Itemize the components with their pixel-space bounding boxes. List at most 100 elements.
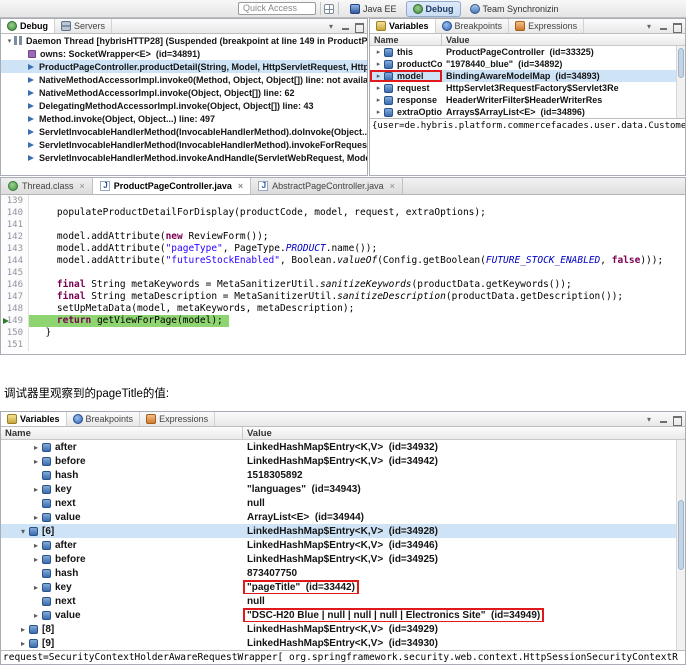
code-line[interactable]: 149 return getViewForPage(model);: [1, 315, 685, 327]
open-perspective-icon[interactable]: [324, 4, 334, 14]
bottom-view-tab-variables[interactable]: Variables: [1, 412, 67, 426]
expander-icon[interactable]: ▸: [374, 108, 383, 116]
expander-icon[interactable]: ▸: [31, 611, 41, 620]
expander-icon[interactable]: ▸: [374, 60, 383, 68]
expander-icon[interactable]: ▸: [18, 625, 28, 634]
code-line[interactable]: 151: [1, 339, 685, 351]
expander-icon[interactable]: ▸: [18, 639, 28, 648]
bottom-variable-row[interactable]: next null: [1, 594, 685, 608]
bottom-variable-row[interactable]: ▸ [8] LinkedHashMap$Entry<K,V> (id=34929): [1, 622, 685, 636]
bottom-variable-row[interactable]: hash 1518305892: [1, 468, 685, 482]
variables-view-tab-breakpoints[interactable]: Breakpoints: [436, 19, 510, 33]
scrollbar-thumb[interactable]: [678, 48, 684, 78]
close-icon[interactable]: ×: [238, 181, 243, 191]
bottom-variable-row[interactable]: ▸ key "languages" (id=34943): [1, 482, 685, 496]
editor-tab-thread-class[interactable]: Thread.class ×: [1, 178, 93, 194]
close-icon[interactable]: ×: [390, 181, 395, 191]
code-area[interactable]: 139 140 populateProductDetailForDisplay(p…: [1, 195, 685, 354]
bottom-variable-row[interactable]: ▸ value "DSC-H20 Blue | null | null | null…: [1, 608, 685, 622]
close-icon[interactable]: ×: [80, 181, 85, 191]
debug-frame-row[interactable]: DelegatingMethodAccessorImpl.invoke(Obje…: [1, 99, 367, 112]
code-line[interactable]: 139: [1, 195, 685, 207]
debug-frame-row[interactable]: ▾ Daemon Thread [hybrisHTTP28] (Suspended…: [1, 34, 367, 47]
bottom-variable-row[interactable]: hash 873407750: [1, 566, 685, 580]
expander-icon[interactable]: ▸: [31, 583, 41, 592]
view-menu-icon[interactable]: [645, 21, 656, 32]
debug-frame-row[interactable]: ServletInvocableHandlerMethod.invokeAndH…: [1, 151, 367, 164]
maximize-icon[interactable]: [671, 21, 682, 33]
expander-icon[interactable]: ▸: [31, 555, 41, 564]
scrollbar-thumb[interactable]: [678, 500, 684, 570]
variable-row[interactable]: ▸ request HttpServlet3RequestFactory$Servl…: [370, 82, 685, 94]
debug-frame-row[interactable]: Method.invoke(Object, Object...) line: 4…: [1, 112, 367, 125]
bottom-variable-row[interactable]: ▾ [6] LinkedHashMap$Entry<K,V> (id=34928): [1, 524, 685, 538]
code-line[interactable]: 148 setUpMetaData(model, metaKeywords, m…: [1, 303, 685, 315]
debug-frame-row[interactable]: NativeMethodAccessorImpl.invoke(Object, …: [1, 86, 367, 99]
column-header-name[interactable]: Name: [1, 427, 243, 439]
debug-frame-row[interactable]: NativeMethodAccessorImpl.invoke0(Method,…: [1, 73, 367, 86]
debug-view-tab-servers[interactable]: Servers: [55, 19, 113, 33]
vertical-scrollbar[interactable]: [676, 46, 685, 118]
code-line[interactable]: 142 model.addAttribute(new ReviewForm())…: [1, 231, 685, 243]
column-header-name[interactable]: Name: [370, 34, 442, 45]
expander-icon[interactable]: ▸: [31, 513, 41, 522]
expander-icon[interactable]: ▸: [374, 72, 383, 80]
code-line[interactable]: 150 }: [1, 327, 685, 339]
debug-frame-row[interactable]: ProductPageController.productDetail(Stri…: [1, 60, 367, 73]
expander-icon[interactable]: ▸: [374, 48, 383, 56]
quick-access-box[interactable]: Quick Access: [238, 2, 316, 15]
maximize-icon[interactable]: [671, 414, 682, 426]
bottom-variable-row[interactable]: ▸ [9] LinkedHashMap$Entry<K,V> (id=34930): [1, 636, 685, 650]
debug-frame-row[interactable]: ServletInvocableHandlerMethod(InvocableH…: [1, 138, 367, 151]
code-line[interactable]: 144 model.addAttribute("futureStockEnabl…: [1, 255, 685, 267]
variables-view-tab-expressions[interactable]: Expressions: [509, 19, 585, 33]
bottom-variable-row[interactable]: ▸ value ArrayList<E> (id=34944): [1, 510, 685, 524]
variable-row[interactable]: ▸ productCode "1978440_blue" (id=34892): [370, 58, 685, 70]
column-header-value[interactable]: Value: [442, 34, 685, 45]
code-line[interactable]: 147 final String metaDescription = MetaS…: [1, 291, 685, 303]
bottom-variable-row[interactable]: ▸ key "pageTitle" (id=33442): [1, 580, 685, 594]
expander-icon[interactable]: ▸: [31, 443, 41, 452]
variable-row[interactable]: ▸ extraOptions Arrays$ArrayList<E> (id=348…: [370, 106, 685, 118]
variable-detail-pane[interactable]: request=SecurityContextHolderAwareReques…: [1, 650, 685, 664]
expander-icon[interactable]: ▸: [31, 541, 41, 550]
bottom-variable-row[interactable]: ▸ after LinkedHashMap$Entry<K,V> (id=34932…: [1, 440, 685, 454]
editor-tab-abstractpagecontroller-java[interactable]: AbstractPageController.java ×: [251, 178, 403, 194]
debug-frame-row[interactable]: ServletInvocableHandlerMethod(InvocableH…: [1, 125, 367, 138]
variable-row[interactable]: ▸ model BindingAwareModelMap (id=34893): [370, 70, 685, 82]
view-menu-icon[interactable]: [327, 21, 338, 32]
bottom-view-tab-expressions[interactable]: Expressions: [140, 412, 216, 426]
bottom-variable-row[interactable]: ▸ before LinkedHashMap$Entry<K,V> (id=3494…: [1, 454, 685, 468]
view-menu-icon[interactable]: [645, 414, 656, 425]
variable-detail-pane[interactable]: {user=de.hybris.platform.commercefacades…: [370, 118, 685, 175]
bottom-variable-row[interactable]: ▸ after LinkedHashMap$Entry<K,V> (id=34946…: [1, 538, 685, 552]
perspective-team-synchronizin[interactable]: Team Synchronizin: [463, 1, 566, 17]
code-line[interactable]: 145: [1, 267, 685, 279]
maximize-icon[interactable]: [353, 21, 364, 33]
variables-view-tab-variables[interactable]: Variables: [370, 19, 436, 33]
perspective-debug[interactable]: Debug: [405, 1, 461, 17]
minimize-icon[interactable]: [340, 21, 351, 32]
debug-frame-row[interactable]: owns: SocketWrapper<E> (id=34891): [1, 47, 367, 60]
minimize-icon[interactable]: [658, 21, 669, 32]
editor-tab-productpagecontroller-java[interactable]: ProductPageController.java ×: [92, 178, 252, 194]
perspective-java-ee[interactable]: Java EE: [343, 1, 404, 17]
expander-icon[interactable]: ▸: [31, 485, 41, 494]
bottom-variable-row[interactable]: next null: [1, 496, 685, 510]
bottom-variable-row[interactable]: ▸ before LinkedHashMap$Entry<K,V> (id=3492…: [1, 552, 685, 566]
column-header-value[interactable]: Value: [243, 427, 685, 439]
expander-icon[interactable]: ▾: [5, 37, 14, 45]
code-line[interactable]: 146 final String metaKeywords = MetaSani…: [1, 279, 685, 291]
minimize-icon[interactable]: [658, 414, 669, 425]
bottom-view-tab-breakpoints[interactable]: Breakpoints: [67, 412, 141, 426]
debug-view-tab-debug[interactable]: Debug: [1, 19, 55, 33]
expander-icon[interactable]: ▾: [18, 527, 28, 536]
vertical-scrollbar[interactable]: [676, 440, 685, 650]
code-line[interactable]: 140 populateProductDetailForDisplay(prod…: [1, 207, 685, 219]
variable-row[interactable]: ▸ this ProductPageController (id=33325): [370, 46, 685, 58]
variable-row[interactable]: ▸ response HeaderWriterFilter$HeaderWriter…: [370, 94, 685, 106]
code-line[interactable]: 141: [1, 219, 685, 231]
expander-icon[interactable]: ▸: [374, 96, 383, 104]
expander-icon[interactable]: ▸: [31, 457, 41, 466]
code-line[interactable]: 143 model.addAttribute("pageType", PageT…: [1, 243, 685, 255]
